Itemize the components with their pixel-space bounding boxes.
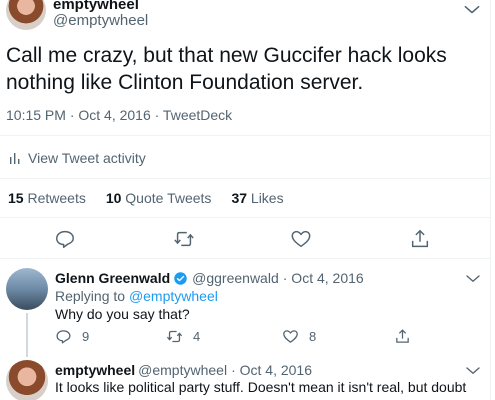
reply-author-handle[interactable]: @emptywheel xyxy=(138,362,227,378)
tweet-stats: 15 Retweets 10 Quote Tweets 37 Likes xyxy=(8,190,304,206)
divider xyxy=(0,178,490,179)
replying-to: Replying to @emptywheel xyxy=(55,288,218,304)
quotes-count: 10 xyxy=(105,190,122,206)
retweet-icon[interactable] xyxy=(173,228,195,250)
reply-date[interactable]: · Oct 4, 2016 xyxy=(283,270,364,286)
reply-button[interactable]: 9 xyxy=(55,328,89,345)
tweet-text: Call me crazy, but that new Guccifer hac… xyxy=(6,44,447,94)
reply-author-name[interactable]: Glenn Greenwald xyxy=(55,270,170,286)
column-border xyxy=(490,0,491,400)
avatar[interactable] xyxy=(6,268,48,310)
like-button[interactable]: 8 xyxy=(282,328,316,345)
reply-icon[interactable] xyxy=(54,228,76,250)
tweet-header: emptywheel @emptywheel xyxy=(0,0,490,40)
heart-icon[interactable] xyxy=(290,228,312,250)
likes-stat[interactable]: 37 Likes xyxy=(231,190,283,206)
divider xyxy=(0,217,490,218)
reply-header: emptywheel @emptywheel · Oct 4, 2016 xyxy=(55,362,312,378)
divider xyxy=(0,258,490,259)
reply-author-handle[interactable]: @ggreenwald xyxy=(192,270,279,286)
quotes-stat[interactable]: 10 Quote Tweets xyxy=(106,190,212,206)
reply-count: 9 xyxy=(82,329,90,344)
reply-text: Why do you say that? xyxy=(55,306,190,322)
retweet-count: 4 xyxy=(193,329,201,344)
likes-label: Likes xyxy=(250,190,284,206)
divider xyxy=(0,135,490,136)
chevron-down-icon[interactable] xyxy=(462,0,482,20)
reply-text: It looks like political party stuff. Doe… xyxy=(55,379,467,400)
share-icon[interactable] xyxy=(409,228,431,250)
tweet-meta[interactable]: 10:15 PM · Oct 4, 2016 · TweetDeck xyxy=(6,107,232,123)
view-activity-link[interactable]: View Tweet activity xyxy=(8,148,146,168)
bar-chart-icon xyxy=(10,153,20,164)
reply-header: Glenn Greenwald @ggreenwald · Oct 4, 201… xyxy=(55,270,364,286)
likes-count: 37 xyxy=(231,190,248,206)
retweets-stat[interactable]: 15 Retweets xyxy=(8,190,86,206)
reply-author-name[interactable]: emptywheel xyxy=(55,362,135,378)
replying-to-link[interactable]: @emptywheel xyxy=(129,288,218,304)
avatar[interactable] xyxy=(6,360,48,400)
share-icon xyxy=(396,329,409,343)
heart-icon xyxy=(283,330,298,343)
replying-prefix: Replying to xyxy=(55,288,126,304)
reply-icon xyxy=(56,330,71,344)
author-handle[interactable]: @emptywheel xyxy=(53,12,148,29)
reply-date[interactable]: · Oct 4, 2016 xyxy=(231,362,312,378)
share-button[interactable] xyxy=(394,328,421,345)
retweet-button[interactable]: 4 xyxy=(166,328,200,345)
retweet-icon xyxy=(166,330,183,343)
avatar[interactable] xyxy=(6,0,46,30)
like-count: 8 xyxy=(309,329,317,344)
retweets-count: 15 xyxy=(8,190,24,206)
thread-line xyxy=(26,313,28,357)
retweets-label: Retweets xyxy=(27,190,86,206)
quotes-label: Quote Tweets xyxy=(125,190,212,206)
verified-badge-icon xyxy=(174,271,187,285)
chevron-down-icon[interactable] xyxy=(464,270,482,288)
activity-label: View Tweet activity xyxy=(28,150,146,166)
